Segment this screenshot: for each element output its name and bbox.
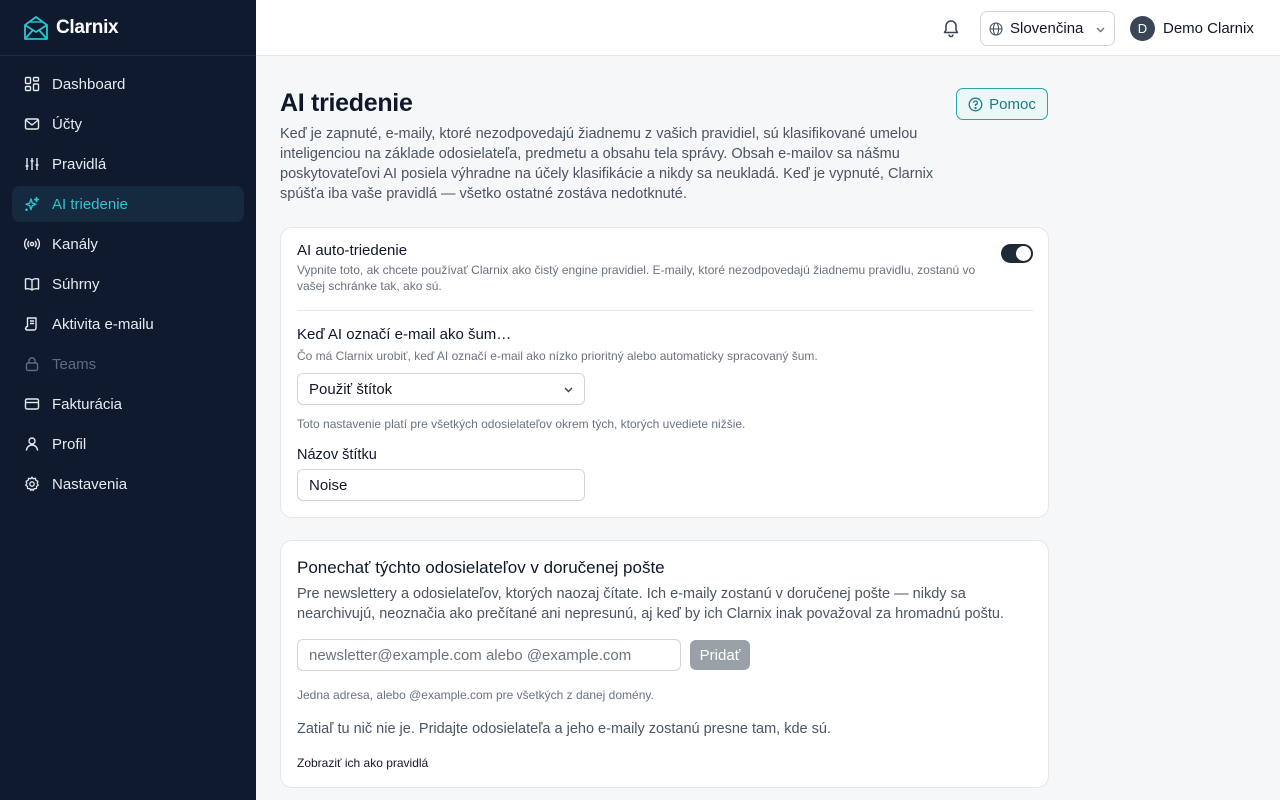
sidebar-item-label: Profil <box>52 435 87 453</box>
sidebar-item-accounts[interactable]: Účty <box>12 106 244 142</box>
sidebar-item-summaries[interactable]: Súhrny <box>12 266 244 302</box>
add-sender-button[interactable]: Pridať <box>690 640 750 670</box>
page-title: AI triedenie <box>280 89 413 117</box>
help-circle-icon <box>968 97 983 111</box>
chevron-down-icon <box>1096 27 1105 33</box>
sidebar-item-label: Fakturácia <box>52 395 123 413</box>
help-button-label: Pomoc <box>989 95 1036 113</box>
auto-sort-toggle[interactable] <box>1001 244 1033 263</box>
sidebar-item-label: Dashboard <box>52 75 126 93</box>
sidebar-item-settings[interactable]: Nastavenia <box>12 466 244 502</box>
user-menu[interactable]: D Demo Clarnix <box>1130 16 1254 41</box>
scope-note: Toto nastavenie platí pre všetkých odosi… <box>297 417 746 431</box>
sliders-icon <box>24 156 40 172</box>
sidebar-nav: Dashboard Účty Pravidlá AI triedenie Kan… <box>0 56 256 516</box>
sidebar-item-label: Kanály <box>52 235 98 253</box>
auto-sort-title: AI auto-triedenie <box>297 242 408 259</box>
noise-action-value: Použiť štítok <box>309 380 393 398</box>
chevron-down-icon <box>564 387 573 393</box>
sparkles-icon <box>24 196 40 212</box>
bell-icon[interactable] <box>941 18 961 38</box>
lock-icon <box>24 356 40 372</box>
credit-card-icon <box>24 396 40 412</box>
language-select-value: Slovenčina <box>1010 20 1084 37</box>
avatar: D <box>1130 16 1155 41</box>
user-icon <box>24 436 40 452</box>
auto-sort-subtitle: Vypnite toto, ak chcete používať Clarnix… <box>297 263 976 293</box>
sidebar-item-teams: Teams <box>12 346 244 382</box>
mail-icon <box>24 116 40 132</box>
brand-name: Clarnix <box>56 16 119 38</box>
sidebar-item-billing[interactable]: Fakturácia <box>12 386 244 422</box>
noise-action-select[interactable]: Použiť štítok <box>297 373 585 405</box>
sidebar-item-email-activity[interactable]: Aktivita e-mailu <box>12 306 244 342</box>
divider <box>297 310 1033 311</box>
sidebar-item-channels[interactable]: Kanály <box>12 226 244 262</box>
clarnix-logo-icon <box>24 15 48 40</box>
brand[interactable]: Clarnix <box>0 0 256 56</box>
empty-state-text: Zatiaľ tu nič nie je. Pridajte odosielat… <box>297 721 831 737</box>
keep-senders-title: Ponechať týchto odosielateľov v doručene… <box>297 558 665 577</box>
sidebar-item-ai-sorting[interactable]: AI triedenie <box>12 186 244 222</box>
toggle-knob <box>1016 246 1031 261</box>
show-as-rules-link[interactable]: Zobraziť ich ako pravidlá <box>297 756 428 770</box>
book-icon <box>24 276 40 292</box>
page-description: Keď je zapnuté, e-maily, ktoré nezodpove… <box>280 126 934 202</box>
sidebar-item-label: Nastavenia <box>52 475 128 493</box>
gear-icon <box>24 476 40 492</box>
sender-input-hint: Jedna adresa, alebo @example.com pre vše… <box>297 688 654 702</box>
help-button[interactable]: Pomoc <box>956 88 1048 120</box>
sidebar-item-label: Súhrny <box>52 275 100 293</box>
radio-icon <box>24 236 40 252</box>
sidebar-item-label: Pravidlá <box>52 155 107 173</box>
sidebar-item-label: Aktivita e-mailu <box>52 315 154 333</box>
keep-senders-card: Ponechať týchto odosielateľov v doručene… <box>280 540 1049 788</box>
sidebar-item-label: AI triedenie <box>52 195 128 213</box>
scroll-icon <box>24 316 40 332</box>
sidebar-item-rules[interactable]: Pravidlá <box>12 146 244 182</box>
sender-email-input[interactable] <box>297 639 681 671</box>
sidebar-item-label: Účty <box>52 115 82 133</box>
ai-auto-sort-card: AI auto-triedenie Vypnite toto, ak chcet… <box>280 227 1049 518</box>
sidebar-item-dashboard[interactable]: Dashboard <box>12 66 244 102</box>
language-select[interactable]: Slovenčina <box>980 11 1115 46</box>
noise-action-title: Keď AI označí e-mail ako šum… <box>297 326 512 343</box>
sidebar: Clarnix Dashboard Účty Pravidlá AI tried… <box>0 0 256 800</box>
dashboard-icon <box>24 76 40 92</box>
top-header: Slovenčina D Demo Clarnix <box>256 0 1280 56</box>
sidebar-item-label: Teams <box>52 355 97 373</box>
user-name: Demo Clarnix <box>1163 20 1254 37</box>
keep-senders-description: Pre newslettery a odosielateľov, ktorých… <box>297 586 1004 622</box>
globe-icon <box>989 21 1003 36</box>
sidebar-item-profile[interactable]: Profil <box>12 426 244 462</box>
label-name-input[interactable] <box>297 469 585 501</box>
noise-action-subtitle: Čo má Clarnix urobiť, keď AI označí e-ma… <box>297 349 818 363</box>
label-name-title: Názov štítku <box>297 447 377 463</box>
